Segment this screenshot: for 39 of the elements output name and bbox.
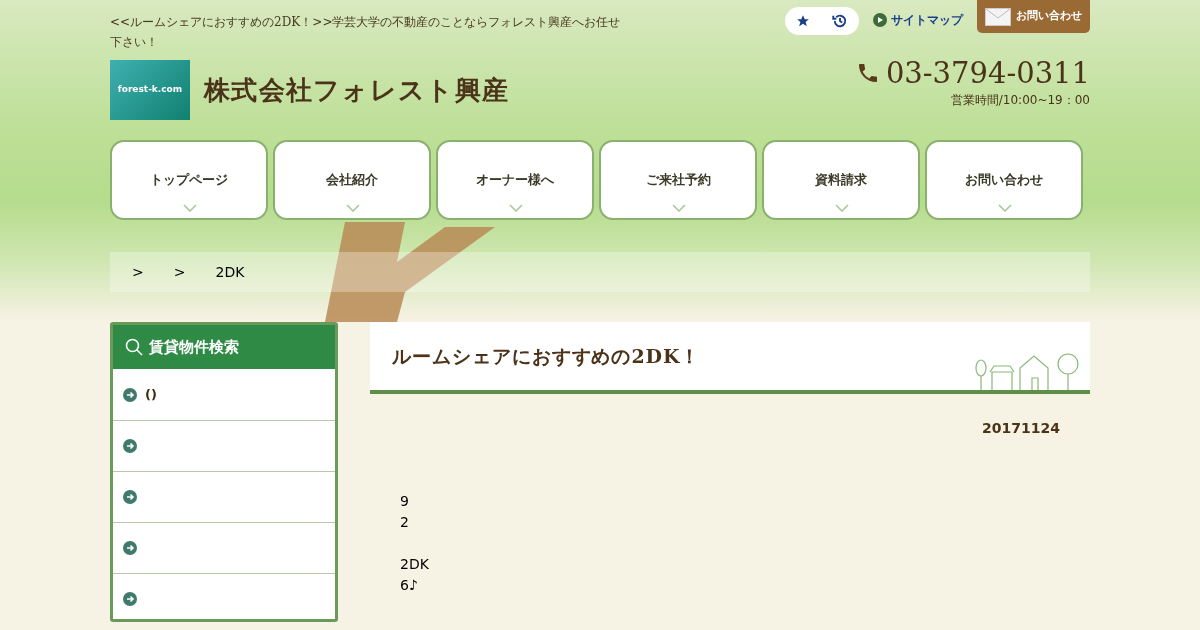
body-text: 9 [400,492,410,511]
arrow-right-icon [123,387,137,402]
chevron-icon [183,204,197,212]
body-text: 2DK [400,555,430,574]
sidebar-header: 賃貸物件検索 [113,325,335,369]
nav-tab[interactable]: お問い合わせ [925,140,1083,220]
chevron-icon [509,204,523,212]
breadcrumb-item: > [132,262,144,282]
post-date: 20171124 [981,419,1060,438]
chevron-icon [835,204,849,212]
company-name: 株式会社フォレスト興産 [204,73,510,107]
sidebar-item[interactable]: () [113,369,335,420]
chevron-icon [346,204,360,212]
star-icon[interactable] [795,14,810,28]
nav-tab[interactable]: ご来社予約 [599,140,757,220]
history-icon[interactable] [830,12,849,30]
sitemap-link[interactable]: サイトマップ [891,12,963,28]
body-text: 2 [400,513,410,532]
breadcrumb-item: > [173,262,186,282]
nav-tab[interactable]: トップページ [110,140,268,220]
chevron-icon [672,204,686,212]
contact-button[interactable]: お問い合わせ [977,0,1090,33]
chevron-icon [998,204,1012,212]
nav-tab[interactable]: 資料請求 [762,140,920,220]
arrow-right-icon [123,592,137,606]
play-icon [873,13,887,27]
tagline-text: <<ルームシェアにおすすめの2DK！>>学芸大学の不動産のことならフォレスト興産へお任せ下さい！ [110,14,622,51]
article-header: ルームシェアにおすすめの2DK！ [370,322,1090,394]
breadcrumb-item: 2DK [215,262,245,282]
arrow-right-icon [123,439,137,453]
search-icon [125,338,143,356]
body-text: 6♪ [400,576,419,595]
arrow-right-icon [123,541,137,555]
mail-icon [985,7,1011,26]
nav-tab[interactable]: 会社紹介 [273,140,431,220]
nav-tab[interactable]: オーナー様へ [436,140,594,220]
arrow-right-icon [123,490,137,504]
business-hours: 営業時間/10:00~19：00 [950,92,1090,109]
phone-number: 03-3794-0311 [885,57,1090,89]
